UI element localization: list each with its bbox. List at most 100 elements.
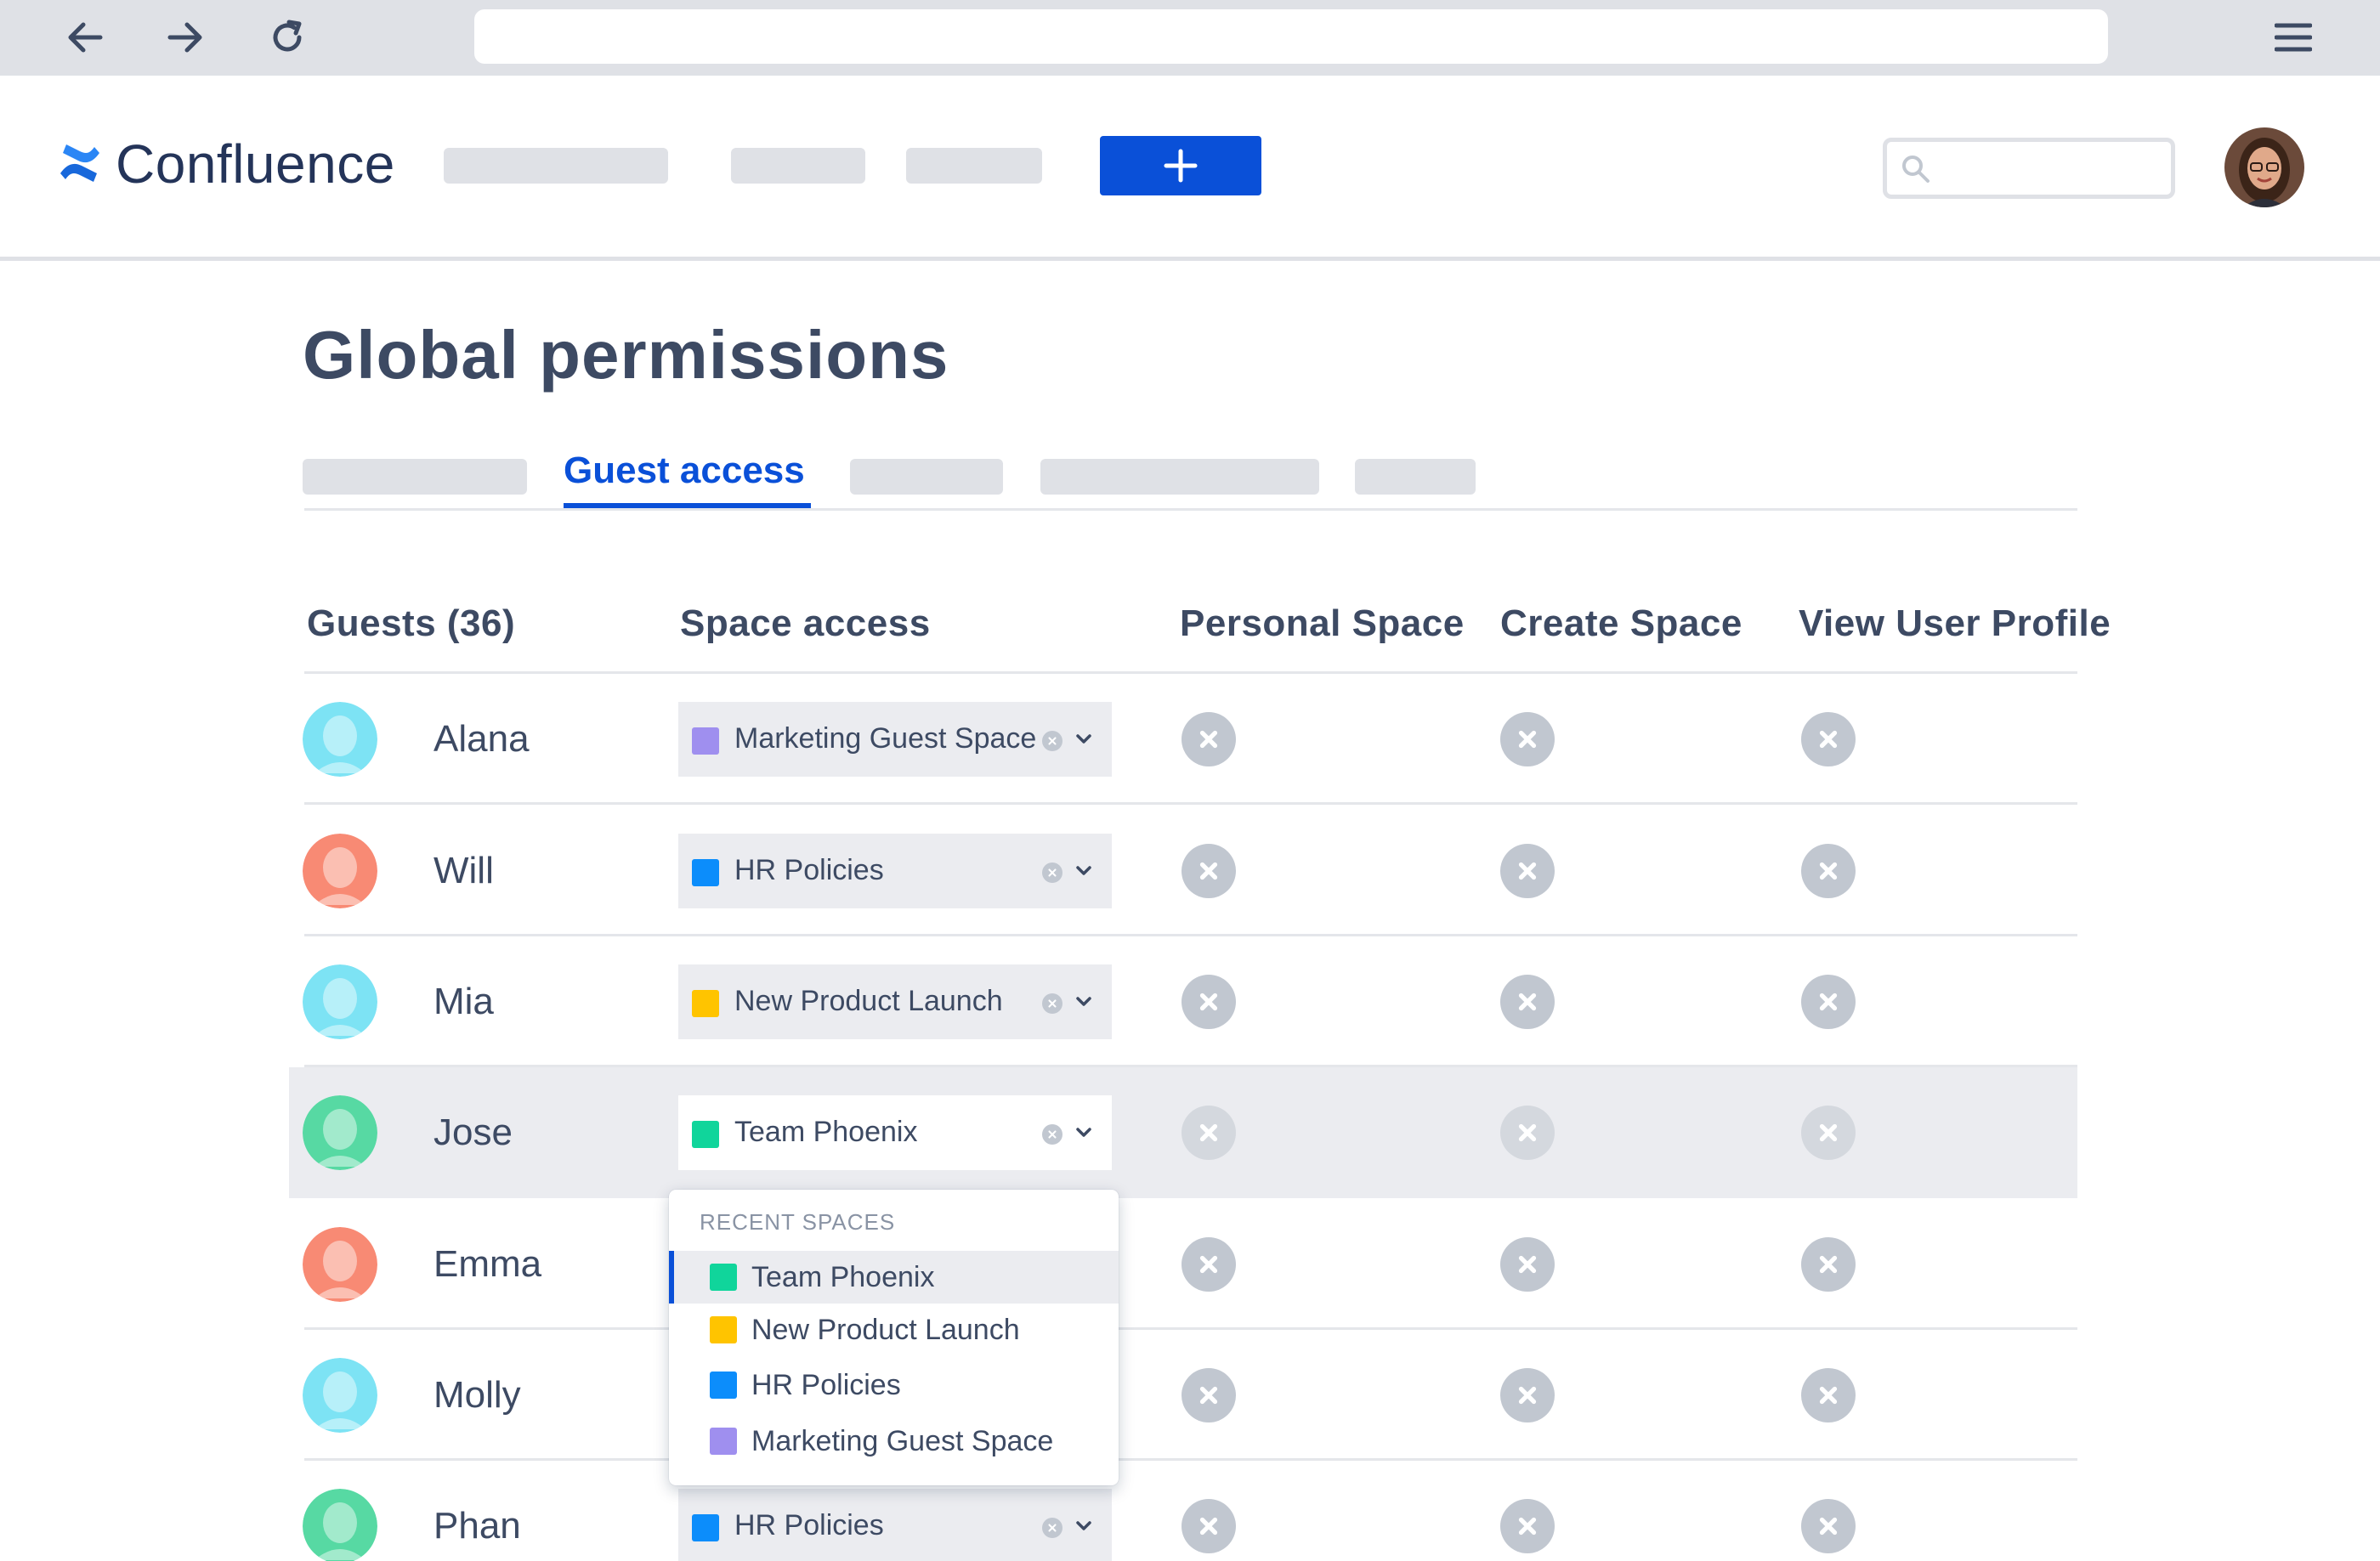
permission-view-user-profile-toggle[interactable]	[1801, 844, 1856, 898]
guest-name: Jose	[434, 1111, 513, 1153]
dropdown-option-label: Team Phoenix	[751, 1261, 935, 1293]
column-header-guests: Guests (36)	[307, 602, 516, 644]
guest-name: Emma	[434, 1243, 542, 1285]
permission-create-space-toggle[interactable]	[1500, 1368, 1555, 1422]
permission-personal-space-toggle[interactable]	[1182, 1106, 1236, 1160]
tab-placeholder[interactable]	[1040, 459, 1319, 495]
tab-guest-access[interactable]: Guest access	[564, 447, 805, 495]
search-input[interactable]	[1883, 138, 2175, 199]
forward-button[interactable]	[158, 10, 212, 65]
app-name[interactable]: Confluence	[116, 133, 395, 195]
table-row: Phan HR Policies	[289, 1461, 2077, 1561]
space-access-value: Team Phoenix	[734, 1116, 918, 1148]
permission-personal-space-toggle[interactable]	[1182, 1237, 1236, 1292]
page-title: Global permissions	[303, 317, 949, 393]
dropdown-option-label: New Product Launch	[751, 1314, 1020, 1346]
close-icon	[1199, 993, 1218, 1011]
row-divider	[304, 802, 2077, 805]
dropdown-option[interactable]: New Product Launch	[669, 1304, 1119, 1356]
close-icon	[1819, 1517, 1838, 1536]
tab-placeholder[interactable]	[303, 459, 527, 495]
close-icon	[1199, 1517, 1218, 1536]
arrow-left-icon	[68, 22, 103, 53]
confluence-logo-icon[interactable]	[58, 141, 102, 189]
guest-avatar	[303, 1358, 377, 1433]
clear-selection-button[interactable]	[1042, 1518, 1062, 1538]
space-color-swatch	[710, 1372, 737, 1399]
permission-personal-space-toggle[interactable]	[1182, 844, 1236, 898]
close-icon	[1518, 1255, 1537, 1274]
space-access-select[interactable]: HR Policies	[678, 1489, 1112, 1561]
chevron-down-icon[interactable]	[1074, 732, 1093, 746]
permission-view-user-profile-toggle[interactable]	[1801, 1237, 1856, 1292]
table-row: Molly	[289, 1330, 2077, 1461]
tab-placeholder[interactable]	[850, 459, 1003, 495]
permission-create-space-toggle[interactable]	[1500, 1237, 1555, 1292]
space-access-select[interactable]: Marketing Guest Space	[678, 702, 1112, 777]
chevron-down-icon[interactable]	[1074, 995, 1093, 1009]
clear-selection-button[interactable]	[1042, 993, 1062, 1014]
permission-personal-space-toggle[interactable]	[1182, 1499, 1236, 1553]
clear-selection-button[interactable]	[1042, 731, 1062, 751]
selected-indicator	[669, 1251, 674, 1304]
browser-menu-button[interactable]	[2266, 10, 2320, 65]
guest-name: Molly	[434, 1374, 521, 1416]
guest-avatar	[303, 1489, 377, 1561]
close-icon	[1819, 1386, 1838, 1405]
permission-view-user-profile-toggle[interactable]	[1801, 975, 1856, 1029]
close-icon	[1199, 1386, 1218, 1405]
back-button[interactable]	[58, 10, 112, 65]
column-header-view-user-profile: View User Profile	[1799, 602, 2111, 644]
close-icon	[1199, 862, 1218, 880]
close-icon	[1819, 862, 1838, 880]
address-bar[interactable]	[474, 9, 2108, 64]
table-row: Emma	[289, 1199, 2077, 1330]
space-color-swatch	[692, 727, 719, 755]
space-access-select[interactable]: Team Phoenix	[678, 1095, 1112, 1170]
space-color-swatch	[710, 1428, 737, 1455]
guest-avatar	[303, 1095, 377, 1170]
permission-view-user-profile-toggle[interactable]	[1801, 1368, 1856, 1422]
permission-view-user-profile-toggle[interactable]	[1801, 1499, 1856, 1553]
permission-create-space-toggle[interactable]	[1500, 975, 1555, 1029]
chevron-down-icon[interactable]	[1074, 1519, 1093, 1533]
permission-view-user-profile-toggle[interactable]	[1801, 1106, 1856, 1160]
hamburger-menu-icon	[2275, 23, 2312, 52]
close-icon	[1819, 1255, 1838, 1274]
permission-personal-space-toggle[interactable]	[1182, 712, 1236, 766]
permission-personal-space-toggle[interactable]	[1182, 1368, 1236, 1422]
dropdown-option[interactable]: Marketing Guest Space	[669, 1415, 1119, 1468]
nav-item-placeholder[interactable]	[444, 148, 668, 184]
space-color-swatch	[710, 1316, 737, 1343]
nav-item-placeholder[interactable]	[906, 148, 1042, 184]
chevron-down-icon[interactable]	[1074, 1126, 1093, 1140]
permission-view-user-profile-toggle[interactable]	[1801, 712, 1856, 766]
guest-name: Alana	[434, 718, 530, 760]
space-color-swatch	[692, 859, 719, 886]
clear-selection-button[interactable]	[1042, 1124, 1062, 1145]
space-access-select[interactable]: HR Policies	[678, 834, 1112, 908]
user-avatar[interactable]	[2224, 127, 2304, 207]
close-icon	[1048, 737, 1057, 745]
create-button[interactable]	[1100, 136, 1261, 195]
close-icon	[1048, 1524, 1057, 1532]
space-access-select[interactable]: New Product Launch	[678, 964, 1112, 1039]
tab-placeholder[interactable]	[1355, 459, 1476, 495]
search-icon	[1902, 156, 1930, 183]
clear-selection-button[interactable]	[1042, 863, 1062, 883]
permission-create-space-toggle[interactable]	[1500, 844, 1555, 898]
close-icon	[1819, 730, 1838, 749]
close-icon	[1199, 1123, 1218, 1142]
dropdown-option[interactable]: Team Phoenix	[669, 1251, 1119, 1304]
permission-personal-space-toggle[interactable]	[1182, 975, 1236, 1029]
nav-item-placeholder[interactable]	[731, 148, 865, 184]
permission-create-space-toggle[interactable]	[1500, 1106, 1555, 1160]
dropdown-heading: RECENT SPACES	[700, 1209, 896, 1235]
chevron-down-icon[interactable]	[1074, 864, 1093, 878]
dropdown-option-label: HR Policies	[751, 1369, 901, 1401]
arrow-right-icon	[167, 22, 202, 53]
permission-create-space-toggle[interactable]	[1500, 1499, 1555, 1553]
permission-create-space-toggle[interactable]	[1500, 712, 1555, 766]
dropdown-option[interactable]: HR Policies	[669, 1359, 1119, 1411]
reload-button[interactable]	[260, 10, 314, 65]
